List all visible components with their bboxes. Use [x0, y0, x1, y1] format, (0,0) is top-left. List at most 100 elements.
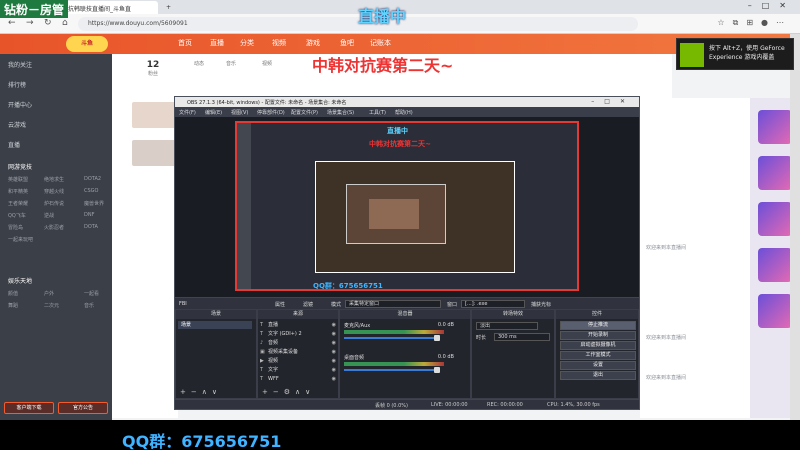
star-icon[interactable]: ☆ [717, 18, 732, 27]
sidebar-sub[interactable]: DNF [84, 212, 94, 218]
sidebar-sub[interactable]: 舞蹈 [8, 302, 18, 309]
obs-menu-file[interactable]: 文件(F) [179, 109, 196, 116]
obs-menu-view[interactable]: 视图(V) [231, 109, 248, 116]
profile-icon[interactable]: ● [761, 18, 776, 27]
obs-menu-edit[interactable]: 编辑(E) [205, 109, 222, 116]
sidebar-sub[interactable]: 火影忍者 [44, 224, 64, 231]
sidebar-sub[interactable]: 音乐 [84, 302, 94, 309]
obs-maximize-icon[interactable]: □ [604, 98, 620, 105]
remove-icon[interactable]: − [273, 388, 284, 396]
source-row[interactable]: T 文字 (GDI+) 2 ◉ [260, 330, 338, 338]
window-select[interactable]: [...]: .exe [461, 300, 525, 308]
stat-fans[interactable]: 12 粉丝 [138, 60, 168, 77]
nav-video[interactable]: 视频 [272, 38, 286, 48]
scene-item[interactable]: 场景 [178, 321, 252, 329]
extensions-icon[interactable]: ⊞ [746, 18, 761, 27]
visibility-icon[interactable]: ◉ [332, 375, 336, 383]
source-row[interactable]: ▶ 视频 ◉ [260, 357, 338, 365]
streamer-thumbnail[interactable] [132, 140, 176, 166]
sidebar-sub[interactable]: DOTA [84, 224, 98, 230]
sidebar-sub[interactable]: 二次元 [44, 302, 59, 309]
nav-live[interactable]: 直播 [210, 38, 224, 48]
minimize-icon[interactable]: – [748, 1, 762, 10]
obs-preview[interactable]: 直播中 中韩对抗赛第二天~ QQ群：675656751 [175, 117, 639, 297]
up-icon[interactable]: ∧ [202, 388, 212, 396]
sidebar-sub[interactable]: 冒险岛 [8, 224, 23, 231]
visibility-icon[interactable]: ◉ [332, 357, 336, 365]
sidebar-item-cloudgame[interactable]: 云游戏 [8, 120, 26, 129]
obs-menu-docks[interactable]: 停靠部件(D) [257, 109, 285, 116]
obs-menu-tools[interactable]: 工具(T) [369, 109, 386, 116]
sidebar-sub[interactable]: 逆战 [44, 212, 54, 219]
obs-menu-help[interactable]: 帮助(H) [395, 109, 413, 116]
volume-slider[interactable] [344, 337, 438, 339]
source-row[interactable]: T WFF ◉ [260, 375, 338, 383]
volume-slider-handle[interactable] [434, 335, 440, 341]
sidebar-sub[interactable]: 绝地求生 [44, 176, 64, 183]
sidebar-item-rank[interactable]: 排行榜 [8, 80, 26, 89]
volume-slider[interactable] [344, 369, 438, 371]
menu-icon[interactable]: ⋯ [776, 18, 792, 27]
filters-button[interactable]: 滤镜 [303, 301, 313, 308]
announcement-button[interactable]: 官方公告 [58, 402, 108, 414]
gear-icon[interactable]: ⚙ [284, 388, 295, 396]
volume-slider-handle[interactable] [434, 367, 440, 373]
visibility-icon[interactable]: ◉ [332, 330, 336, 338]
gift-item[interactable] [758, 294, 792, 328]
mode-select[interactable]: 采集特定窗口 [345, 300, 441, 308]
gift-item[interactable] [758, 248, 792, 282]
source-row[interactable]: T 文字 ◉ [260, 366, 338, 374]
sidebar-sub[interactable]: 魔兽世界 [84, 200, 104, 207]
capture-cursor-checkbox[interactable]: 捕获光标 [531, 301, 551, 308]
refresh-icon[interactable]: ↻ [44, 18, 52, 28]
visibility-icon[interactable]: ◉ [332, 339, 336, 347]
virtual-camera-button[interactable]: 启动虚拟摄像机 [560, 341, 636, 350]
back-icon[interactable]: ← [8, 18, 16, 28]
sidebar-item-follow[interactable]: 我的关注 [8, 60, 32, 69]
remove-icon[interactable]: − [191, 388, 202, 396]
obs-menu-profile[interactable]: 配置文件(P) [291, 109, 318, 116]
visibility-icon[interactable]: ◉ [332, 321, 336, 329]
nav-yuba[interactable]: 鱼吧 [340, 38, 354, 48]
sidebar-sub[interactable]: 户外 [44, 290, 54, 297]
settings-button[interactable]: 设置 [560, 361, 636, 370]
nvidia-notification[interactable]: 按下 Alt+Z，使用 GeForce Experience 游戏内覆盖 [676, 38, 794, 70]
nav-category[interactable]: 分类 [240, 38, 254, 48]
properties-button[interactable]: 属性 [275, 301, 285, 308]
collections-icon[interactable]: ⧉ [733, 18, 747, 27]
exit-button[interactable]: 退出 [560, 371, 636, 380]
source-row[interactable]: ♪ 音频 ◉ [260, 339, 338, 347]
add-icon[interactable]: + [262, 388, 273, 396]
stat-feed[interactable]: 动态 [184, 60, 214, 67]
gift-item[interactable] [758, 110, 792, 144]
source-row[interactable]: ▣ 视频采集设备 ◉ [260, 348, 338, 356]
nav-ledger[interactable]: 记账本 [370, 38, 391, 48]
obs-close-icon[interactable]: ✕ [620, 98, 635, 105]
page-scrollbar[interactable] [790, 34, 800, 420]
gift-item[interactable] [758, 156, 792, 190]
sidebar-sub[interactable]: 炉石传说 [44, 200, 64, 207]
duration-field[interactable]: 300 ms [494, 333, 550, 341]
up-icon[interactable]: ∧ [295, 388, 305, 396]
stop-streaming-button[interactable]: 停止推流 [560, 321, 636, 330]
sidebar-item-broadcast[interactable]: 开播中心 [8, 100, 32, 109]
sidebar-sub[interactable]: 王者荣耀 [8, 200, 28, 207]
sidebar-sub[interactable]: QQ飞车 [8, 212, 26, 219]
transition-select[interactable]: 淡出 [476, 322, 538, 330]
sidebar-sub[interactable]: 颜值 [8, 290, 18, 297]
stat-music[interactable]: 音乐 [216, 60, 246, 67]
sidebar-sub[interactable]: 英雄联盟 [8, 176, 28, 183]
studio-mode-button[interactable]: 工作室模式 [560, 351, 636, 360]
sidebar-sub[interactable]: DOTA2 [84, 176, 101, 182]
source-row[interactable]: T 直播 ◉ [260, 321, 338, 329]
nav-games[interactable]: 游戏 [306, 38, 320, 48]
start-recording-button[interactable]: 开始录制 [560, 331, 636, 340]
obs-menu-scene-collection[interactable]: 场景集合(S) [327, 109, 354, 116]
tab-active[interactable]: 抗韩联技直播间_斗鱼直 [62, 1, 158, 14]
douyu-logo[interactable]: 斗鱼 [66, 36, 108, 52]
sidebar-sub[interactable]: CSGO [84, 188, 98, 194]
obs-minimize-icon[interactable]: – [591, 98, 604, 105]
sidebar-sub[interactable]: 一起看 [84, 290, 99, 297]
new-tab-button[interactable]: + [160, 1, 174, 14]
sidebar-sub[interactable]: 穿越火线 [44, 188, 64, 195]
